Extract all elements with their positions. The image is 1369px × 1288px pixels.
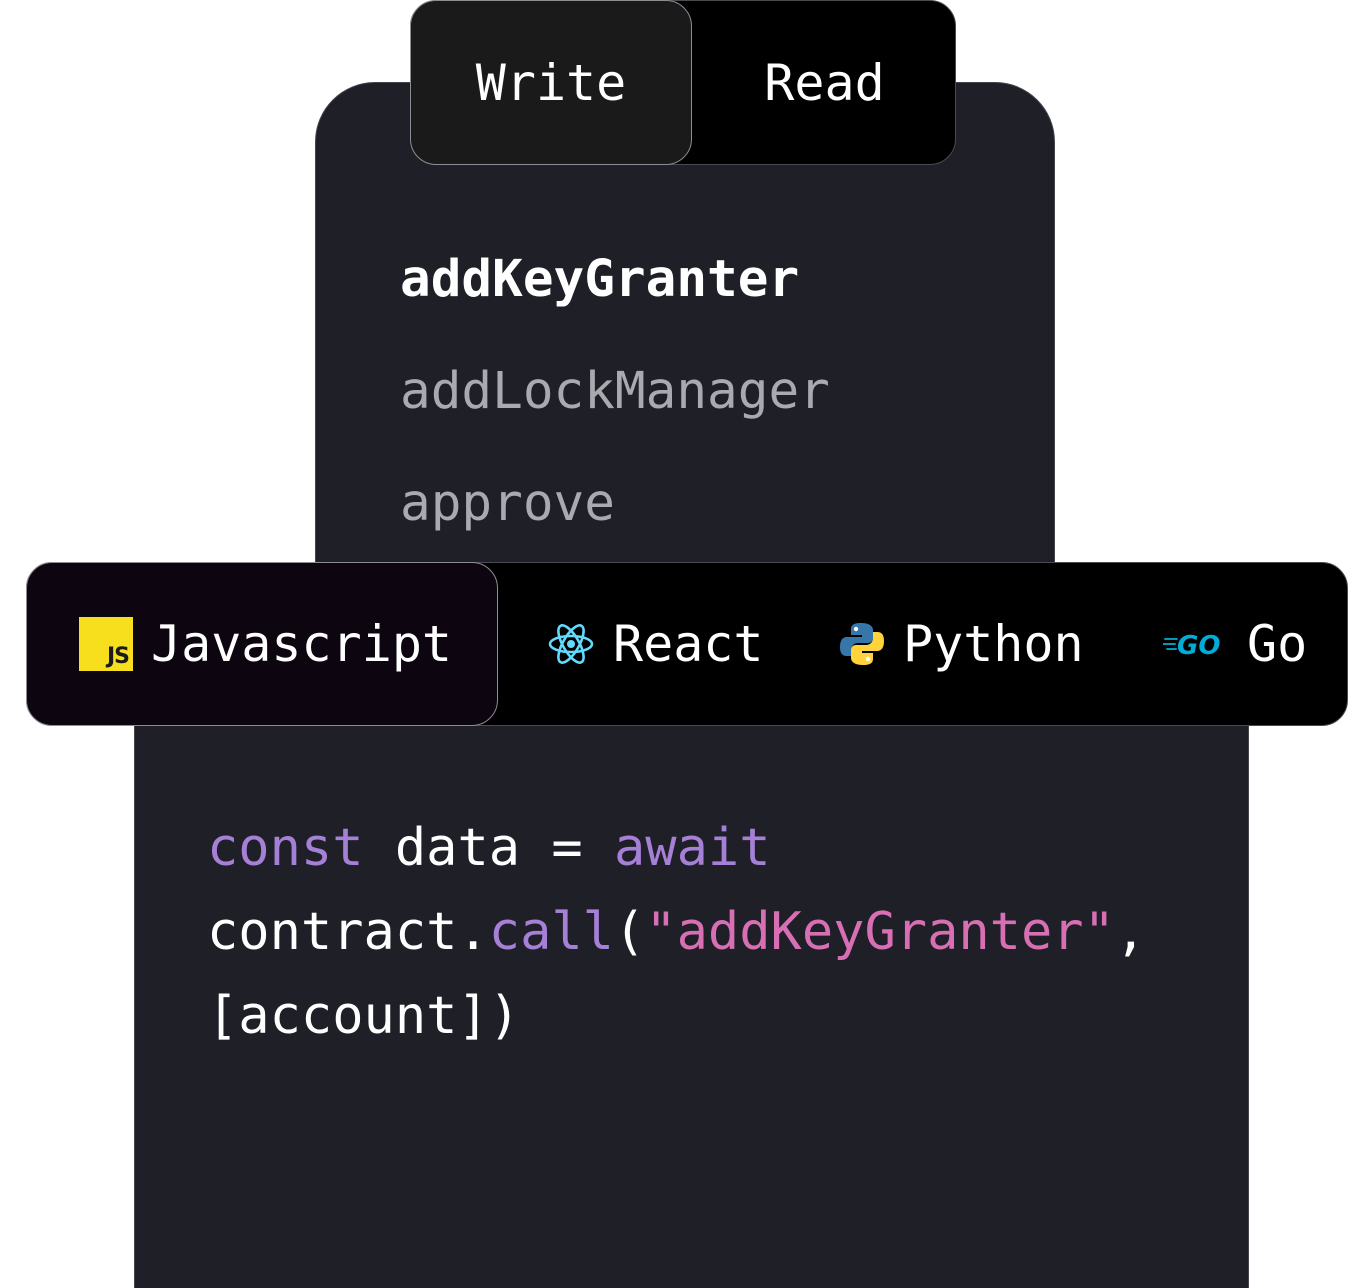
tab-label: Javascript bbox=[151, 615, 453, 673]
code-text: contract. bbox=[207, 902, 489, 962]
code-text: [account]) bbox=[207, 986, 521, 1046]
code-block: const data = await contract.call("addKeyG… bbox=[207, 806, 1146, 1058]
react-icon bbox=[547, 622, 595, 666]
python-icon bbox=[839, 621, 885, 667]
method-item-approve[interactable]: approve bbox=[400, 474, 615, 533]
code-string: "addKeyGranter" bbox=[645, 902, 1115, 962]
svg-text:GO: GO bbox=[1177, 631, 1220, 659]
tab-label: Python bbox=[903, 615, 1084, 673]
tab-python[interactable]: Python bbox=[839, 562, 1084, 726]
code-text: , bbox=[1114, 902, 1147, 962]
code-line-2: contract.call("addKeyGranter", bbox=[207, 890, 1146, 974]
tab-label: Go bbox=[1247, 615, 1308, 673]
javascript-icon: JS bbox=[79, 617, 133, 671]
go-icon: GO bbox=[1163, 629, 1229, 659]
code-text: ( bbox=[614, 902, 646, 962]
tab-go[interactable]: GO Go bbox=[1163, 562, 1307, 726]
code-keyword: const bbox=[207, 818, 364, 878]
code-keyword: await bbox=[614, 818, 771, 878]
tab-label: React bbox=[613, 615, 764, 673]
method-item-add-lock-manager[interactable]: addLockManager bbox=[400, 362, 830, 421]
tab-write[interactable]: Write bbox=[410, 0, 692, 165]
code-function: call bbox=[488, 902, 614, 962]
tab-react[interactable]: React bbox=[547, 562, 764, 726]
tab-read[interactable]: Read bbox=[692, 0, 957, 165]
mode-tabs: Write Read bbox=[410, 0, 956, 165]
method-item-add-key-granter[interactable]: addKeyGranter bbox=[400, 250, 799, 309]
tab-javascript[interactable]: JS Javascript bbox=[26, 562, 498, 726]
code-line-3: [account]) bbox=[207, 974, 1146, 1058]
language-tabs: JS Javascript React Python GO Go bbox=[26, 562, 1348, 726]
code-text: data = bbox=[363, 818, 614, 878]
code-line-1: const data = await bbox=[207, 806, 1146, 890]
